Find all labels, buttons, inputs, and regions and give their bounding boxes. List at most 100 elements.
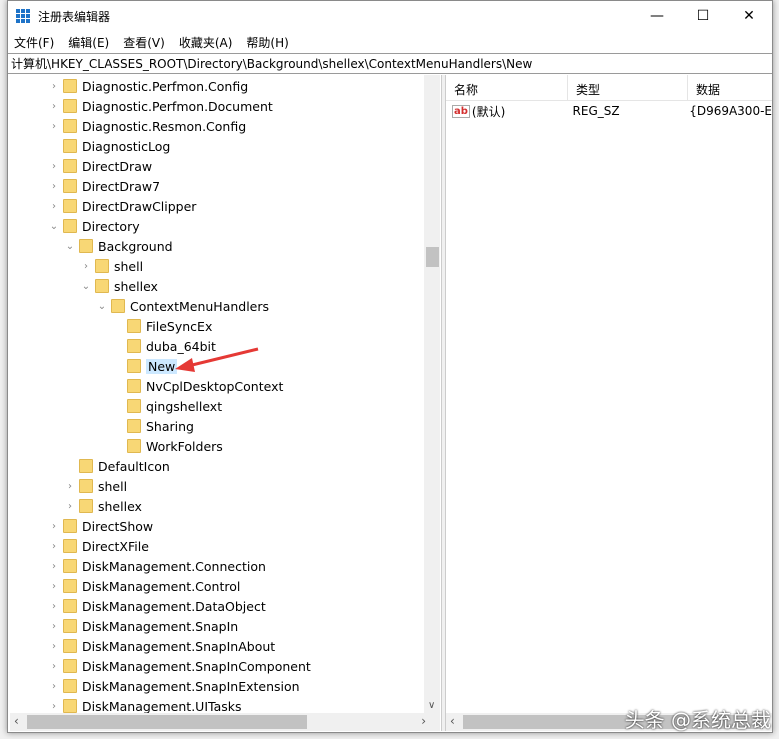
scroll-left-icon[interactable]: ‹ (450, 714, 455, 728)
tree-item[interactable]: FileSyncEx (112, 316, 212, 336)
tree-item-label: NvCplDesktopContext (146, 378, 284, 394)
tree-item[interactable]: DefaultIcon (64, 456, 170, 476)
chevron-down-icon[interactable]: ⌄ (64, 241, 76, 252)
folder-icon (63, 539, 77, 553)
chevron-down-icon[interactable]: ⌄ (96, 301, 108, 312)
chevron-right-icon[interactable]: › (48, 101, 60, 112)
address-bar[interactable]: 计算机\HKEY_CLASSES_ROOT\Directory\Backgrou… (8, 53, 772, 74)
tree-item[interactable]: › DiskManagement.Connection (48, 556, 266, 576)
scroll-left-icon[interactable]: ‹ (14, 714, 19, 728)
scroll-down-icon[interactable]: ∨ (428, 700, 435, 711)
chevron-right-icon[interactable]: › (48, 81, 60, 92)
tree-item[interactable]: › DiskManagement.SnapInExtension (48, 676, 300, 696)
chevron-right-icon[interactable]: › (48, 701, 60, 712)
column-type[interactable]: 类型 (568, 75, 688, 100)
tree-horizontal-scrollbar[interactable]: ‹ › (10, 713, 440, 731)
scroll-thumb[interactable] (426, 247, 439, 267)
tree-item[interactable]: › DirectShow (48, 516, 153, 536)
folder-icon (95, 259, 109, 273)
tree-item[interactable]: ⌄ ContextMenuHandlers (96, 296, 269, 316)
tree-item[interactable]: › DiskManagement.SnapInAbout (48, 636, 275, 656)
chevron-right-icon[interactable]: › (48, 641, 60, 652)
tree-item[interactable]: › DiskManagement.DataObject (48, 596, 266, 616)
tree-item-label: Sharing (146, 418, 194, 434)
close-button[interactable]: ✕ (726, 1, 772, 31)
chevron-right-icon[interactable]: › (48, 201, 60, 212)
chevron-right-icon[interactable]: › (64, 501, 76, 512)
chevron-right-icon[interactable]: › (48, 661, 60, 672)
chevron-right-icon[interactable]: › (48, 521, 60, 532)
tree-item[interactable]: › DiskManagement.SnapIn (48, 616, 238, 636)
tree-item[interactable]: › Diagnostic.Resmon.Config (48, 116, 246, 136)
minimize-button[interactable]: — (634, 1, 680, 31)
menu-view[interactable]: 查看(V) (123, 34, 165, 51)
tree-item-label: DiskManagement.DataObject (82, 598, 266, 614)
folder-icon (127, 359, 141, 373)
chevron-right-icon[interactable]: › (48, 621, 60, 632)
tree-item-label: WorkFolders (146, 438, 223, 454)
chevron-right-icon[interactable]: › (48, 161, 60, 172)
maximize-button[interactable]: ☐ (680, 1, 726, 31)
chevron-down-icon[interactable]: ⌄ (48, 221, 60, 232)
chevron-right-icon[interactable]: › (48, 121, 60, 132)
tree-item[interactable]: ⌄ Background (64, 236, 173, 256)
scroll-thumb[interactable] (27, 715, 307, 729)
registry-tree[interactable]: › DiskManagement.UITasks › DiskManagement.S… (10, 75, 440, 713)
menu-edit[interactable]: 编辑(E) (68, 34, 109, 51)
tree-item-label: DirectXFile (82, 538, 149, 554)
chevron-right-icon[interactable]: › (48, 581, 60, 592)
tree-item-label: Diagnostic.Resmon.Config (82, 118, 247, 134)
chevron-right-icon[interactable]: › (48, 561, 60, 572)
tree-item[interactable]: › shell (64, 476, 127, 496)
folder-icon (127, 319, 141, 333)
tree-item-label: shell (114, 258, 144, 274)
folder-icon (127, 419, 141, 433)
folder-icon (63, 119, 77, 133)
tree-item-label: Diagnostic.Perfmon.Document (82, 98, 273, 114)
tree-item[interactable]: › DirectXFile (48, 536, 149, 556)
chevron-right-icon[interactable]: › (64, 481, 76, 492)
menu-file[interactable]: 文件(F) (14, 34, 54, 51)
column-name[interactable]: 名称 (446, 75, 568, 100)
tree-item[interactable]: Sharing (112, 416, 194, 436)
tree-item[interactable]: › DirectDraw (48, 156, 152, 176)
chevron-right-icon[interactable]: › (48, 181, 60, 192)
tree-item[interactable]: › DirectDrawClipper (48, 196, 196, 216)
chevron-right-icon[interactable]: › (48, 601, 60, 612)
tree-item[interactable]: › shellex (64, 496, 142, 516)
tree-item[interactable]: › DiskManagement.SnapInComponent (48, 656, 311, 676)
folder-icon (127, 439, 141, 453)
tree-item[interactable]: ⌄ shellex (80, 276, 158, 296)
tree-vertical-scrollbar[interactable]: ∨ (424, 75, 440, 713)
scroll-right-icon[interactable]: › (421, 714, 426, 728)
chevron-down-icon[interactable]: ⌄ (80, 281, 92, 292)
tree-item[interactable]: qingshellext (112, 396, 222, 416)
folder-icon (127, 379, 141, 393)
tree-item[interactable]: › DirectDraw7 (48, 176, 160, 196)
tree-item[interactable]: WorkFolders (112, 436, 223, 456)
tree-item-label: DefaultIcon (98, 458, 170, 474)
tree-item[interactable]: › Diagnostic.Perfmon.Document (48, 96, 273, 116)
folder-icon (63, 79, 77, 93)
tree-item-label: DiagnosticLog (82, 138, 171, 154)
chevron-right-icon[interactable]: › (48, 541, 60, 552)
list-item[interactable]: ab (默认) REG_SZ {D969A300-E (446, 101, 772, 121)
chevron-right-icon[interactable]: › (48, 681, 60, 692)
values-list[interactable]: 名称 类型 数据 ab (默认) REG_SZ {D969A300-E (446, 75, 772, 713)
tree-item[interactable]: › shell (80, 256, 143, 276)
tree-item[interactable]: ⌄ Directory (48, 216, 140, 236)
tree-item[interactable]: NvCplDesktopContext (112, 376, 283, 396)
tree-item[interactable]: DiagnosticLog (48, 136, 170, 156)
menu-favorites[interactable]: 收藏夹(A) (179, 34, 233, 51)
folder-icon (63, 199, 77, 213)
tree-item-label: Background (98, 238, 173, 254)
tree-item[interactable]: › DiskManagement.UITasks (48, 696, 242, 713)
value-type: REG_SZ (572, 104, 620, 118)
tree-item[interactable]: › Diagnostic.Perfmon.Config (48, 76, 248, 96)
column-data[interactable]: 数据 (688, 75, 772, 100)
folder-icon (63, 559, 77, 573)
menu-help[interactable]: 帮助(H) (246, 34, 288, 51)
tree-item[interactable]: New (112, 356, 178, 376)
chevron-right-icon[interactable]: › (80, 261, 92, 272)
tree-item[interactable]: › DiskManagement.Control (48, 576, 240, 596)
